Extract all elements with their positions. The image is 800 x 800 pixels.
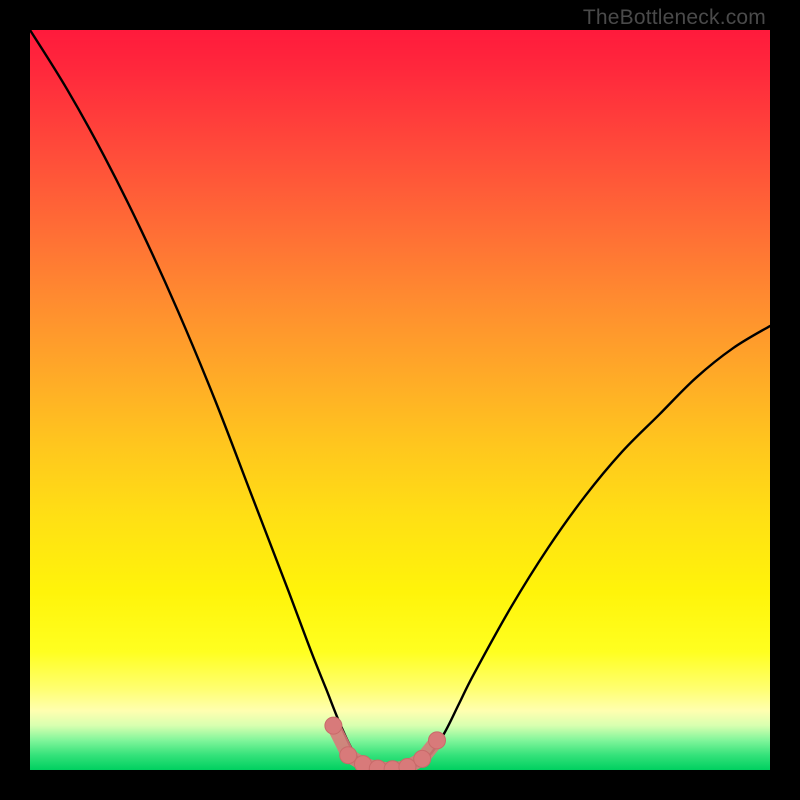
watermark-text: TheBottleneck.com [583, 6, 766, 30]
chart-frame: TheBottleneck.com [0, 0, 800, 800]
bottleneck-curve [30, 30, 770, 770]
optimal-dot [414, 750, 431, 767]
plot-area [30, 30, 770, 770]
optimal-range-dots [325, 717, 446, 770]
bottleneck-curve-svg [30, 30, 770, 770]
optimal-dot [325, 717, 342, 734]
optimal-dot [340, 747, 357, 764]
optimal-dot [429, 732, 446, 749]
